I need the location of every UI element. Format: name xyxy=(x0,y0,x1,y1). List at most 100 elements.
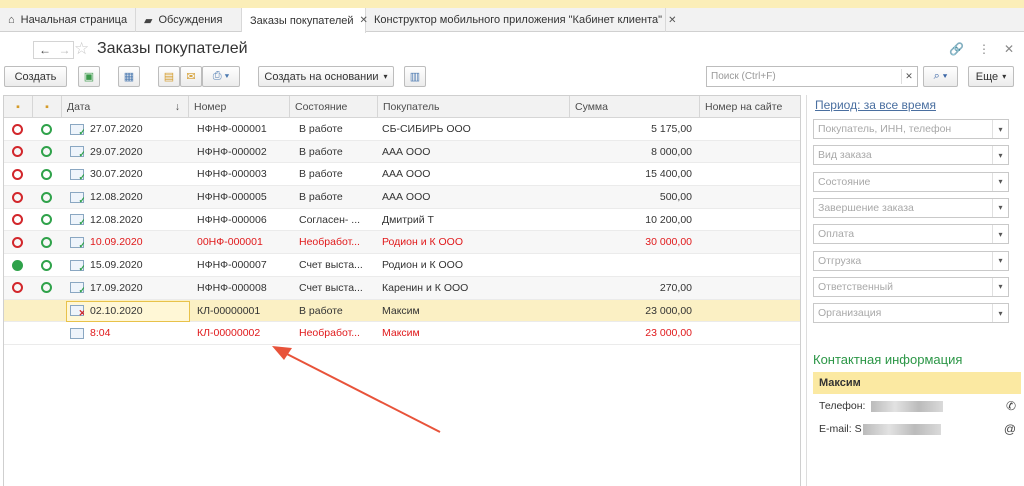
link-icon[interactable]: 🔗 xyxy=(949,42,964,56)
table-row[interactable]: 27.07.2020 НФНФ-000001 В работе СБ-СИБИРЬ О… xyxy=(4,118,800,141)
back-button[interactable]: ← xyxy=(33,41,57,59)
more-button[interactable]: Еще ▾ xyxy=(968,66,1014,87)
cell-number: НФНФ-000006 xyxy=(197,213,267,226)
table-row[interactable]: 15.09.2020 НФНФ-000007 Счет выста... Родион… xyxy=(4,254,800,277)
table-row[interactable]: 10.09.2020 00НФ-000001 Необработ... Родион … xyxy=(4,231,800,255)
close-icon[interactable]: ✕ xyxy=(1004,42,1014,56)
chevron-down-icon[interactable]: ▾ xyxy=(992,251,1008,270)
filter-field[interactable]: Отгрузка ▾ xyxy=(813,250,1009,271)
filter-field[interactable]: Вид заказа ▾ xyxy=(813,145,1009,166)
cell-state: Счет выста... xyxy=(299,281,363,294)
search-icon: ⌕ ▾ xyxy=(933,70,948,82)
tab-home[interactable]: ⌂ Начальная страница xyxy=(0,8,136,32)
chevron-down-icon[interactable]: ▾ xyxy=(992,146,1008,165)
header-number-label: Номер xyxy=(194,101,227,113)
document-icon xyxy=(70,231,84,253)
phone-icon[interactable]: ✆ xyxy=(1006,399,1016,413)
table-row[interactable]: 17.09.2020 НФНФ-000008 Счет выста... Карени… xyxy=(4,276,800,300)
shipment-status-icon xyxy=(12,163,23,185)
cell-date: 10.09.2020 xyxy=(90,236,143,249)
tab-mobile-constructor[interactable]: Конструктор мобильного приложения "Кабин… xyxy=(366,8,676,32)
sort-arrow-icon: ↓ xyxy=(174,101,180,113)
tab-discussions[interactable]: ▰ Обсуждения xyxy=(136,8,242,32)
filter-field[interactable]: Оплата ▾ xyxy=(813,224,1009,245)
table-row[interactable]: 29.07.2020 НФНФ-000002 В работе ААА ООО 8 00… xyxy=(4,140,800,164)
chevron-down-icon[interactable]: ▾ xyxy=(992,120,1008,138)
copy-button[interactable]: ▣ xyxy=(78,66,100,87)
shipment-status-icon xyxy=(12,186,23,208)
filter-field[interactable]: Состояние ▾ xyxy=(813,171,1009,192)
email-icon[interactable]: @ xyxy=(1004,422,1016,436)
page-header: ← → ☆ Заказы покупателей 🔗 ⋮ ✕ xyxy=(0,34,1024,66)
payment-status-icon xyxy=(41,209,52,231)
chevron-down-icon[interactable]: ▾ xyxy=(992,172,1008,191)
chevron-down-icon[interactable]: ▾ xyxy=(992,277,1008,296)
cell-sum: 8 000,00 xyxy=(651,145,692,158)
header-number[interactable]: Номер xyxy=(189,96,290,118)
header-shipment-icon-col[interactable]: ▪ xyxy=(4,96,33,118)
search-input[interactable]: Поиск (Ctrl+F) ✕ xyxy=(706,66,918,87)
cell-sum: 500,00 xyxy=(659,191,692,204)
search-button[interactable]: ⌕ ▾ xyxy=(923,66,958,87)
calendar-button[interactable]: ▦ xyxy=(118,66,140,87)
document-button[interactable]: ▤ xyxy=(158,66,180,87)
document-icon xyxy=(70,209,84,231)
chevron-down-icon[interactable]: ▾ xyxy=(992,198,1008,217)
print-button[interactable]: ⎙ ▾ xyxy=(202,66,240,87)
table-row[interactable]: 02.10.2020 КЛ-00000001 В работе Максим 23 00… xyxy=(4,299,800,323)
more-vertical-icon[interactable]: ⋮ xyxy=(978,42,990,56)
filter-placeholder: Завершение заказа xyxy=(818,201,914,214)
filter-panel: Период: за все время Покупатель, ИНН, те… xyxy=(806,95,1024,486)
header-date[interactable]: Дата ↓ xyxy=(62,96,189,118)
tab-label: Заказы покупателей xyxy=(250,14,354,27)
tab-label: Конструктор мобильного приложения "Кабин… xyxy=(374,14,663,26)
header-payment-icon-col[interactable]: ▪ xyxy=(33,96,62,118)
mail-button[interactable]: ✉ xyxy=(180,66,202,87)
create-based-button[interactable]: Создать на основании ▾ xyxy=(258,66,394,87)
table-row[interactable]: 8:04 КЛ-00000002 Необработ... Максим 23 000,… xyxy=(4,322,800,345)
filter-field[interactable]: Покупатель, ИНН, телефон ▾ xyxy=(813,119,1009,139)
clear-icon[interactable]: ✕ xyxy=(901,69,916,84)
table-row[interactable]: 12.08.2020 НФНФ-000005 В работе ААА ООО 500,… xyxy=(4,186,800,209)
forward-button[interactable]: → xyxy=(56,41,74,59)
create-button[interactable]: Создать xyxy=(4,66,67,87)
cell-state: Согласен- ... xyxy=(299,213,361,226)
structure-button[interactable]: ▥ xyxy=(404,66,426,87)
document-icon xyxy=(70,277,84,299)
cell-state: Необработ... xyxy=(299,236,360,249)
header-sum[interactable]: Сумма xyxy=(570,96,700,118)
shipment-status-icon xyxy=(12,141,23,163)
filter-field[interactable]: Завершение заказа ▾ xyxy=(813,197,1009,218)
star-icon[interactable]: ☆ xyxy=(74,39,89,59)
document-icon xyxy=(70,186,84,208)
document-icon xyxy=(70,322,84,344)
payment-status-icon xyxy=(41,254,52,276)
chat-icon: ▰ xyxy=(144,14,153,27)
create-based-label: Создать на основании xyxy=(264,70,379,83)
close-icon[interactable]: ✕ xyxy=(668,15,676,26)
header-state[interactable]: Состояние xyxy=(290,96,378,118)
tab-customer-orders[interactable]: Заказы покупателей ✕ xyxy=(242,8,368,33)
document-icon xyxy=(70,300,84,322)
shipment-status-icon xyxy=(12,209,23,231)
document-icon xyxy=(70,118,84,140)
cell-buyer: Родион и К ООО xyxy=(382,236,464,249)
header-buyer[interactable]: Покупатель xyxy=(378,96,570,118)
cell-state: Счет выста... xyxy=(299,259,363,272)
period-link[interactable]: Период: за все время xyxy=(815,98,936,112)
table-row[interactable]: 12.08.2020 НФНФ-000006 Согласен- ... Дмитри… xyxy=(4,209,800,232)
phone-label: Телефон: xyxy=(819,400,866,412)
filter-field[interactable]: Ответственный ▾ xyxy=(813,276,1009,297)
cell-buyer: ААА ООО xyxy=(382,145,431,158)
cell-date: 12.08.2020 xyxy=(90,191,143,204)
cell-buyer: Каренин и К ООО xyxy=(382,281,469,294)
cell-number: КЛ-00000002 xyxy=(197,327,261,340)
table-row[interactable]: 30.07.2020 НФНФ-000003 В работе ААА ООО 15 4… xyxy=(4,163,800,187)
payment-status-icon xyxy=(41,277,52,299)
chevron-down-icon[interactable]: ▾ xyxy=(992,225,1008,244)
cell-sum xyxy=(570,254,692,276)
header-site-number[interactable]: Номер на сайте xyxy=(700,96,801,118)
chevron-down-icon[interactable]: ▾ xyxy=(992,304,1008,323)
printer-icon: ⎙ ▾ xyxy=(212,70,230,82)
filter-field[interactable]: Организация ▾ xyxy=(813,303,1009,324)
